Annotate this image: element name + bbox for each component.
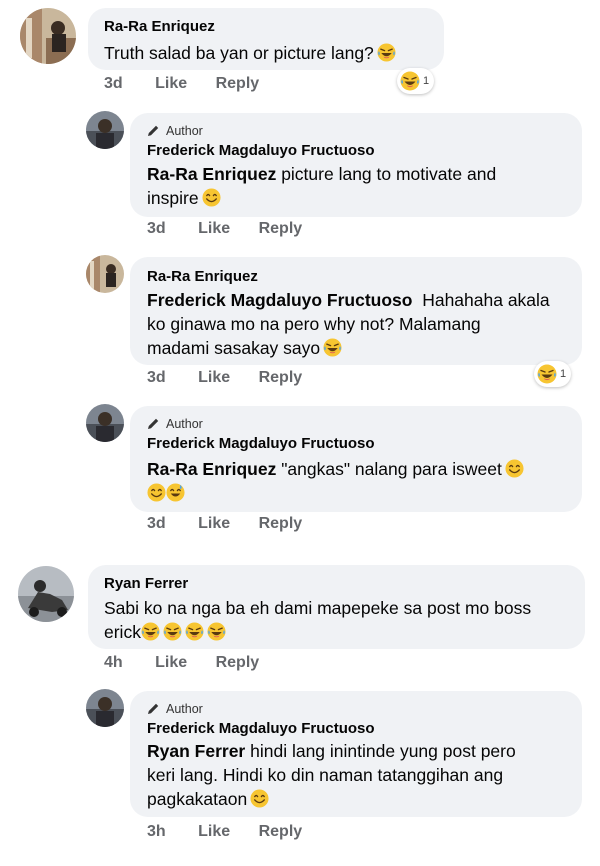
mention-link[interactable]: Frederick Magdaluyo Fructuoso xyxy=(147,290,412,310)
avatar[interactable] xyxy=(86,111,124,149)
author-badge: Author xyxy=(147,702,203,716)
face-with-tears-of-joy-icon xyxy=(207,622,226,641)
mention-link[interactable]: Ryan Ferrer xyxy=(147,741,245,761)
mention-link[interactable]: Ra-Ra Enriquez xyxy=(147,164,276,184)
timestamp: 3d xyxy=(104,75,123,92)
like-button[interactable]: Like xyxy=(155,654,187,672)
mention-link[interactable]: Ra-Ra Enriquez xyxy=(147,459,276,479)
pencil-icon xyxy=(148,703,159,714)
comment-meta: 3d Like Reply xyxy=(147,220,302,238)
like-button[interactable]: Like xyxy=(198,515,230,533)
comment-author[interactable]: Ryan Ferrer xyxy=(104,575,188,592)
reply-button[interactable]: Reply xyxy=(259,220,303,238)
pencil-icon xyxy=(148,418,159,429)
author-badge: Author xyxy=(147,124,203,138)
timestamp: 4h xyxy=(104,654,123,671)
smiling-face-icon xyxy=(505,459,524,478)
reply-button[interactable]: Reply xyxy=(259,823,303,841)
like-button[interactable]: Like xyxy=(198,220,230,238)
avatar[interactable] xyxy=(18,566,74,622)
reply-button[interactable]: Reply xyxy=(216,75,260,93)
comment-text: Ra-Ra Enriquez "angkas" nalang para iswe… xyxy=(147,457,572,505)
comment-meta: 3d Like Reply xyxy=(104,75,259,93)
author-badge: Author xyxy=(147,417,203,431)
face-with-tears-of-joy-icon xyxy=(400,71,420,91)
face-with-tears-of-joy-icon xyxy=(377,43,396,62)
reply-button[interactable]: Reply xyxy=(216,654,260,672)
reply-button[interactable]: Reply xyxy=(259,515,303,533)
face-with-tears-of-joy-icon xyxy=(163,622,182,641)
face-with-tears-of-joy-icon xyxy=(141,622,160,641)
avatar[interactable] xyxy=(86,404,124,442)
grinning-face-with-sweat-icon xyxy=(166,483,185,502)
comment-meta: 3d Like Reply xyxy=(147,515,302,533)
comment-author[interactable]: Frederick Magdaluyo Fructuoso xyxy=(147,435,375,452)
comment-author[interactable]: Ra-Ra Enriquez xyxy=(147,268,258,285)
comment-text: Frederick Magdaluyo Fructuoso Hahahaha a… xyxy=(147,290,550,358)
smiling-face-icon xyxy=(202,188,221,207)
face-with-tears-of-joy-icon xyxy=(185,622,204,641)
avatar[interactable] xyxy=(86,689,124,727)
comment-meta: 3d Like Reply xyxy=(147,369,302,387)
comment-author[interactable]: Ra-Ra Enriquez xyxy=(104,18,215,35)
avatar[interactable] xyxy=(86,255,124,293)
pencil-icon xyxy=(148,125,159,136)
comment-author[interactable]: Frederick Magdaluyo Fructuoso xyxy=(147,720,375,737)
like-button[interactable]: Like xyxy=(198,823,230,841)
comment-text: Ryan Ferrer hindi lang inintinde yung po… xyxy=(147,741,516,809)
reaction-badge[interactable]: 1 xyxy=(534,361,572,387)
reply-button[interactable]: Reply xyxy=(259,369,303,387)
comment-text: Ra-Ra Enriquez picture lang to motivate … xyxy=(147,164,497,208)
comment-text: Sabi ko na nga ba eh dami mapepeke sa po… xyxy=(104,598,532,642)
avatar[interactable] xyxy=(20,8,76,64)
comment-author[interactable]: Frederick Magdaluyo Fructuoso xyxy=(147,142,375,159)
like-button[interactable]: Like xyxy=(198,369,230,387)
smiling-face-icon xyxy=(147,483,166,502)
smiling-face-icon xyxy=(250,789,269,808)
reaction-badge[interactable]: 1 xyxy=(397,68,435,94)
timestamp: 3d xyxy=(147,220,166,237)
reaction-count: 1 xyxy=(423,75,430,87)
timestamp: 3h xyxy=(147,823,166,840)
reaction-count: 1 xyxy=(560,368,567,380)
like-button[interactable]: Like xyxy=(155,75,187,93)
face-with-tears-of-joy-icon xyxy=(323,338,342,357)
comment-text: Truth salad ba yan or picture lang? xyxy=(104,41,396,65)
timestamp: 3d xyxy=(147,515,166,532)
comment-meta: 3h Like Reply xyxy=(147,823,302,841)
timestamp: 3d xyxy=(147,369,166,386)
face-with-tears-of-joy-icon xyxy=(537,364,557,384)
comment-meta: 4h Like Reply xyxy=(104,654,259,672)
